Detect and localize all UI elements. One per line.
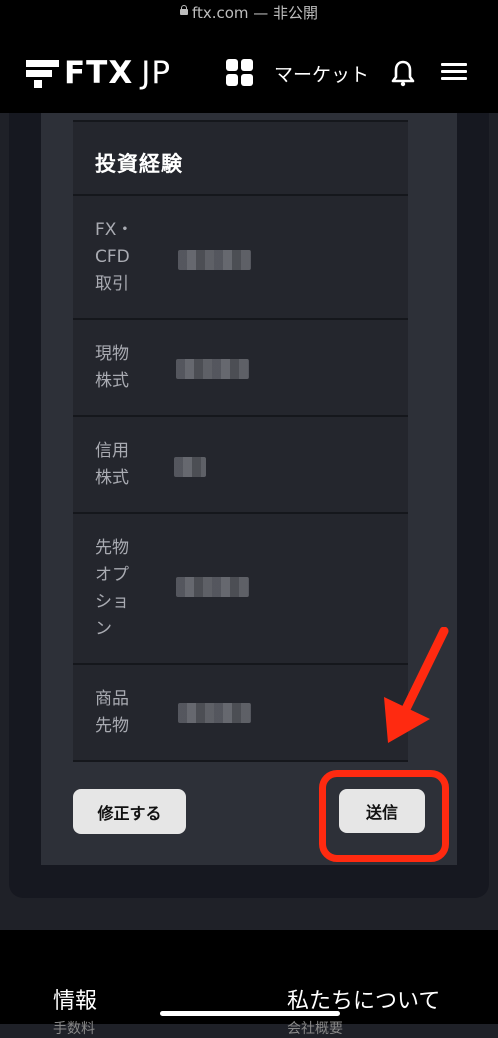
site-footer: 情報 私たちについて 手数料 会社概要: [0, 930, 498, 1037]
footer-fees-link[interactable]: 手数料: [53, 1018, 95, 1038]
row-label-margin-stocks: 信用株式: [95, 441, 129, 488]
logo-suffix: JP: [141, 55, 172, 91]
browser-url-bar[interactable]: ftx.com — 非公開: [0, 0, 498, 30]
row-label-commodity-futures: 商品先物: [95, 689, 129, 736]
grid-icon[interactable]: [226, 59, 253, 86]
row-value-margin-stocks: [174, 457, 206, 477]
investment-experience-table: 投資経験 FX・CFD取引 現物株式 信用株式 先物オプション 商品先物: [73, 120, 408, 762]
annotation-highlight-ring: [319, 770, 449, 862]
row-label-spot-stocks: 現物株式: [95, 344, 129, 391]
site-header: FTX JP マーケット: [0, 30, 498, 113]
hamburger-menu-icon[interactable]: [441, 61, 467, 81]
logo-text: FTX: [64, 55, 134, 91]
url-text: ftx.com — 非公開: [191, 4, 319, 22]
row-value-fx-cfd: [178, 250, 251, 270]
footer-company-link[interactable]: 会社概要: [287, 1018, 343, 1038]
home-indicator[interactable]: [160, 1011, 340, 1016]
row-label-futures-options: 先物オプション: [95, 538, 129, 639]
market-link[interactable]: マーケット: [274, 60, 369, 87]
lock-icon: [179, 5, 188, 15]
section-title: 投資経験: [95, 152, 183, 176]
bell-icon[interactable]: [390, 59, 416, 87]
row-label-fx-cfd: FX・CFD取引: [95, 220, 134, 294]
footer-info-heading[interactable]: 情報: [53, 983, 97, 1015]
row-value-spot-stocks: [176, 359, 249, 379]
row-value-futures-options: [176, 577, 249, 597]
edit-button[interactable]: 修正する: [73, 789, 186, 834]
annotation-arrow-icon: [384, 627, 449, 743]
ftx-logo-mark-icon: [26, 58, 60, 88]
row-value-commodity-futures: [178, 703, 251, 723]
ftx-logo[interactable]: FTX JP: [26, 55, 172, 91]
